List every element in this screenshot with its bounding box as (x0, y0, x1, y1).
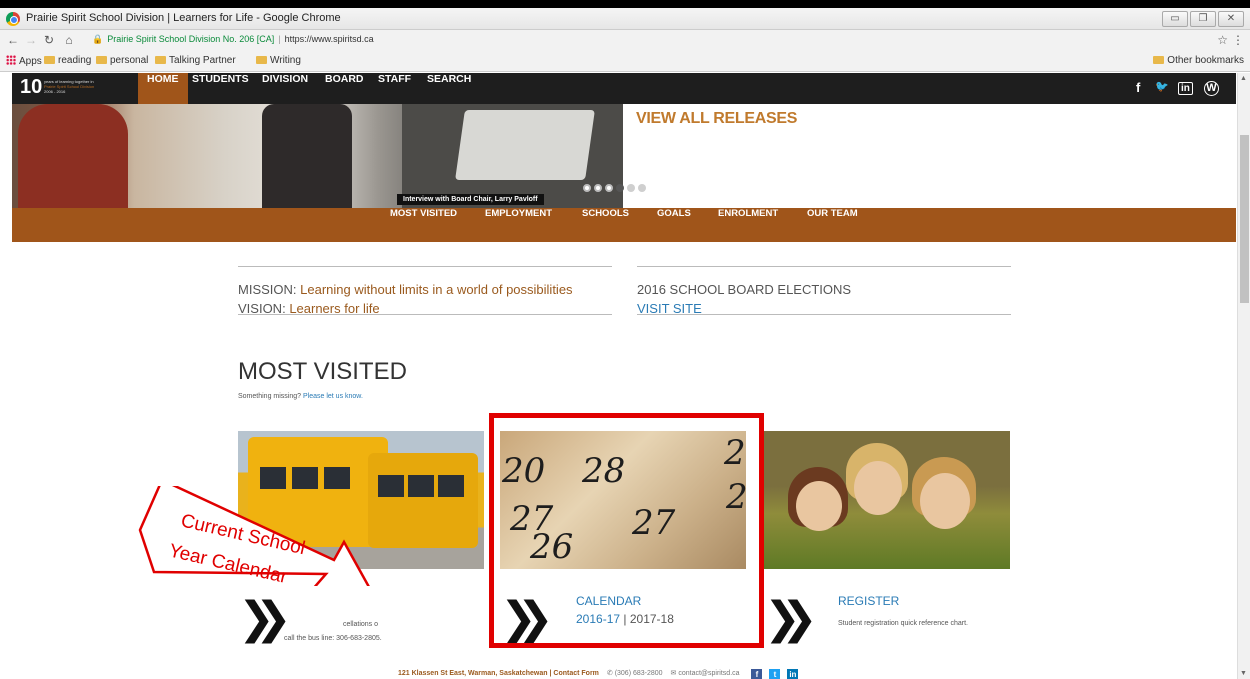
window-title: Prairie Spirit School Division | Learner… (26, 12, 341, 24)
hero-caption: Interview with Board Chair, Larry Pavlof… (397, 194, 544, 205)
nav-home[interactable]: HOME (138, 73, 188, 104)
chrome-icon (6, 12, 20, 26)
folder-icon (155, 56, 166, 64)
most-visited-heading: MOST VISITED (238, 358, 407, 385)
most-visited-subtitle: Something missing? Please let us know. (238, 393, 363, 400)
scroll-thumb[interactable] (1240, 135, 1249, 303)
bookmark-apps[interactable]: Apps (6, 55, 42, 67)
facebook-icon[interactable]: f (1136, 80, 1140, 95)
footer-linkedin-icon[interactable]: in (787, 669, 799, 679)
mission-text: Learning without limits in a world of po… (300, 282, 573, 297)
chevron-icon: ❯❯ (764, 593, 818, 644)
footer-email[interactable]: contact@spiritsd.ca (678, 670, 739, 677)
footer: 121 Klassen St East, Warman, Saskatchewa… (398, 669, 799, 679)
subnav-employment[interactable]: EMPLOYMENT (485, 208, 552, 242)
close-button[interactable]: ✕ (1218, 11, 1244, 27)
slider-dot-active[interactable] (616, 184, 624, 192)
linkedin-icon[interactable]: in (1178, 82, 1193, 95)
bookmark-star-icon[interactable]: ☆ (1217, 33, 1228, 47)
forward-icon[interactable]: → (24, 33, 38, 47)
hero-image[interactable] (12, 104, 623, 208)
folder-icon (96, 56, 107, 64)
apps-icon (6, 55, 16, 65)
register-card-image[interactable] (762, 431, 1010, 569)
home-icon[interactable]: ⌂ (62, 33, 76, 47)
register-title-link[interactable]: REGISTER (838, 594, 899, 608)
anniversary-logo[interactable]: 10 (20, 76, 42, 99)
back-icon[interactable]: ← (6, 33, 20, 47)
subnav-enrolment[interactable]: ENROLMENT (718, 208, 778, 242)
elections-block: 2016 SCHOOL BOARD ELECTIONS VISIT SITE (637, 280, 851, 318)
url-field[interactable]: 🔒 Prairie Spirit School Division No. 206 … (92, 34, 374, 45)
footer-facebook-icon[interactable]: f (751, 669, 763, 679)
other-bookmarks[interactable]: Other bookmarks (1153, 55, 1244, 66)
bookmark-writing[interactable]: Writing (256, 55, 301, 66)
minimize-button[interactable]: ▭ (1162, 11, 1188, 27)
subnav-most-visited[interactable]: MOST VISITED (390, 208, 457, 242)
lock-icon: 🔒 (92, 34, 104, 44)
nav-students[interactable]: STUDENTS (192, 73, 249, 104)
bookmark-talking-partner[interactable]: Talking Partner (155, 55, 236, 66)
mission-vision: MISSION: Learning without limits in a wo… (238, 282, 573, 316)
nav-division[interactable]: DIVISION (262, 73, 308, 104)
bus-card-desc: call the bus line: 306-683-2805. (284, 635, 382, 642)
slider-dots (583, 179, 649, 197)
scroll-up-icon[interactable]: ▲ (1240, 75, 1247, 82)
view-all-releases-link[interactable]: VIEW ALL RELEASES (636, 110, 797, 128)
divider (637, 266, 1011, 267)
hero-slider: Interview with Board Chair, Larry Pavlof… (12, 104, 1236, 208)
chevron-icon: ❯❯ (238, 593, 292, 644)
folder-icon (1153, 56, 1165, 64)
bookmark-personal[interactable]: personal (96, 55, 148, 66)
restore-button[interactable]: ❐ (1190, 11, 1216, 27)
subnav-schools[interactable]: SCHOOLS (582, 208, 629, 242)
logo-text: years of learning together in Prairie Sp… (44, 79, 95, 94)
subnav-goals[interactable]: GOALS (657, 208, 691, 242)
let-us-know-link[interactable]: Please let us know. (303, 393, 363, 400)
site-identity: Prairie Spirit School Division No. 206 [… (107, 34, 275, 44)
bookmark-reading[interactable]: reading (44, 55, 91, 66)
nav-staff[interactable]: STAFF (378, 73, 411, 104)
footer-address: 121 Klassen St East, Warman, Saskatchewa… (398, 670, 548, 677)
site-nav: 10 years of learning together in Prairie… (12, 73, 1236, 104)
slider-dot[interactable] (583, 184, 591, 192)
annotation-callout-arrow: Current School Year Calendar (138, 486, 370, 586)
address-bar: ← → ↻ ⌂ 🔒 Prairie Spirit School Division … (0, 30, 1250, 52)
subnav-our-team[interactable]: OUR TEAM (807, 208, 858, 242)
nav-search[interactable]: SEARCH (427, 73, 471, 104)
url-text: https://www.spiritsd.ca (284, 34, 374, 44)
twitter-icon[interactable]: 🐦 (1155, 80, 1169, 93)
folder-icon (256, 56, 267, 64)
slider-dot[interactable] (627, 184, 635, 192)
wordpress-icon[interactable]: W (1204, 81, 1219, 96)
divider (238, 266, 612, 267)
title-bar: Prairie Spirit School Division | Learner… (0, 8, 1250, 30)
nav-board[interactable]: BOARD (325, 73, 364, 104)
folder-icon (44, 56, 55, 64)
slider-dot[interactable] (605, 184, 613, 192)
bus-card-desc: cellations o (343, 621, 379, 628)
vision-text: Learners for life (289, 301, 380, 316)
annotation-highlight-box (489, 413, 764, 648)
bookmarks-bar: Apps reading personal Talking Partner Wr… (0, 52, 1250, 72)
footer-twitter-icon[interactable]: t (769, 669, 781, 679)
slider-dot[interactable] (638, 184, 646, 192)
slider-dot[interactable] (594, 184, 602, 192)
chrome-menu-icon[interactable]: ⋮ (1232, 33, 1244, 47)
reload-icon[interactable]: ↻ (42, 33, 56, 47)
visit-site-link[interactable]: VISIT SITE (637, 299, 851, 318)
elections-title: 2016 SCHOOL BOARD ELECTIONS (637, 282, 852, 297)
scroll-down-icon[interactable]: ▼ (1240, 670, 1247, 677)
browser-window: Prairie Spirit School Division | Learner… (0, 8, 1250, 679)
page-scrollbar[interactable]: ▲ ▼ (1237, 73, 1250, 679)
email-icon: ✉ (670, 670, 677, 677)
register-card-desc: Student registration quick reference cha… (838, 620, 968, 627)
contact-form-link[interactable]: Contact Form (553, 670, 599, 677)
footer-phone: (306) 683-2800 (614, 670, 663, 677)
phone-icon: ✆ (606, 670, 613, 677)
sub-nav: MOST VISITED EMPLOYMENT SCHOOLS GOALS EN… (12, 208, 1236, 242)
